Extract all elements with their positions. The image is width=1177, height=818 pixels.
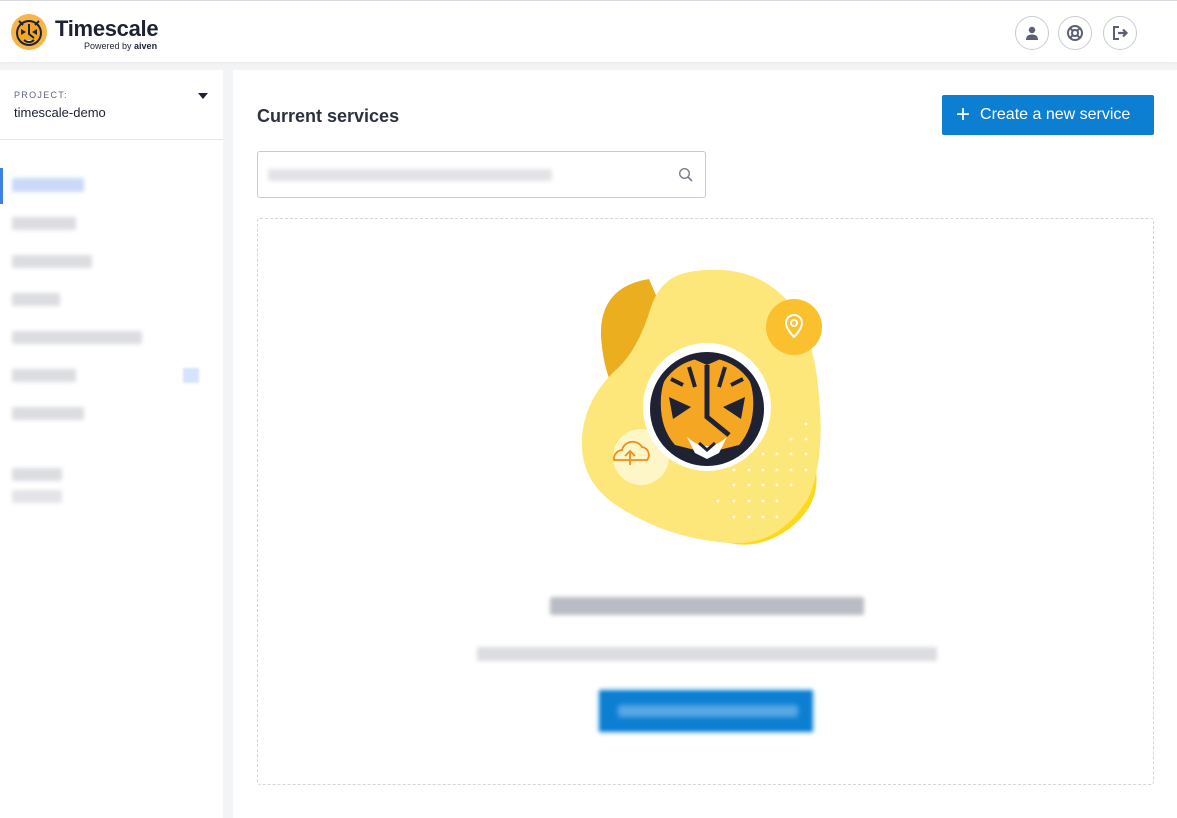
tiger-illustration (581, 269, 822, 545)
sidebar-item[interactable] (0, 284, 223, 316)
empty-create-service-button[interactable] (600, 691, 812, 731)
nav-badge (183, 368, 199, 383)
sidebar: PROJECT: timescale-demo (0, 70, 223, 818)
sidebar-item[interactable] (0, 246, 223, 278)
timescale-tiger-logo[interactable] (10, 13, 48, 51)
brand-partner: aiven (134, 41, 158, 51)
empty-state-description (258, 647, 1155, 666)
blurred-nav-label (12, 217, 76, 230)
blurred-empty-title (549, 597, 864, 615)
logout-button[interactable] (1103, 16, 1137, 50)
brand: Timescale Powered by aiven (55, 16, 159, 52)
blurred-button-label (618, 705, 798, 717)
brand-name: Timescale (55, 16, 159, 41)
blurred-nav-label (12, 293, 60, 306)
sidebar-item[interactable] (0, 208, 223, 240)
project-label: PROJECT: (14, 90, 68, 100)
blurred-nav-label (12, 369, 76, 382)
sidebar-item[interactable] (0, 398, 223, 430)
help-lifebuoy-icon (1067, 25, 1083, 41)
sidebar-item[interactable] (0, 360, 223, 392)
blurred-nav-label (12, 331, 142, 344)
logout-icon (1113, 26, 1129, 40)
top-header: Timescale Powered by aiven (0, 0, 1177, 62)
user-icon (1026, 26, 1038, 40)
blurred-nav-label (12, 407, 84, 420)
main-content: Current services + Create a new service (233, 70, 1177, 818)
brand-powered-by: Powered by (84, 41, 132, 51)
blurred-sidebar-text (12, 490, 62, 503)
blurred-nav-label (12, 178, 84, 192)
blurred-empty-description (476, 647, 937, 661)
sidebar-item[interactable] (0, 322, 223, 354)
create-service-label: Create a new service (980, 106, 1131, 123)
project-name: timescale-demo (14, 105, 106, 120)
service-search (257, 151, 706, 198)
brand-subtitle: Powered by aiven (84, 41, 157, 51)
profile-button[interactable] (1015, 16, 1049, 50)
sidebar-item-active[interactable] (0, 168, 223, 204)
plus-icon: + (956, 101, 971, 128)
blurred-nav-label (12, 255, 92, 268)
help-button[interactable] (1058, 16, 1092, 50)
blurred-sidebar-text (12, 468, 62, 481)
create-service-button[interactable]: + Create a new service (942, 95, 1154, 135)
project-selector[interactable]: PROJECT: timescale-demo (0, 70, 223, 140)
empty-services-panel (257, 218, 1154, 785)
blurred-search-placeholder (268, 169, 552, 181)
empty-state-title (258, 597, 1155, 620)
search-icon[interactable] (678, 167, 694, 183)
caret-down-icon[interactable] (198, 93, 208, 99)
page-title: Current services (257, 106, 400, 126)
